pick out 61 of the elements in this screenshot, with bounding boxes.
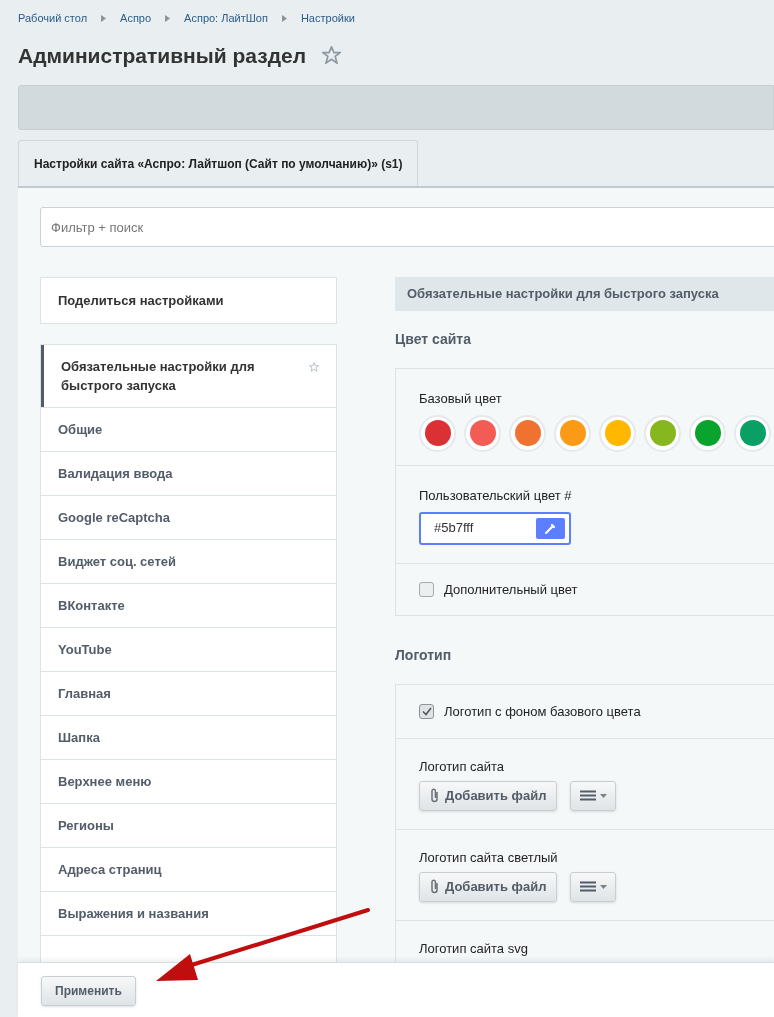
color-input-field[interactable]: #5b7fff (419, 511, 571, 545)
sidebar-item[interactable]: Регионы (41, 803, 336, 848)
sidebar-item[interactable]: YouTube (41, 627, 336, 672)
field-label: Базовый цвет (419, 390, 503, 408)
add-file-button[interactable]: Добавить файл (419, 780, 558, 811)
sidebar-item[interactable]: Верхнее меню (41, 759, 336, 804)
color-swatch[interactable] (554, 414, 591, 452)
color-swatch[interactable] (734, 414, 771, 452)
pipette-icon (545, 522, 556, 534)
field-label: Логотип сайта svg (419, 940, 529, 958)
paperclip-icon (430, 788, 439, 803)
checkbox[interactable] (419, 704, 434, 719)
page-title: Административный раздел (18, 42, 307, 69)
sidebar-item[interactable]: Валидация ввода (41, 451, 336, 496)
chevron-icon (281, 14, 287, 22)
color-swatch[interactable] (599, 414, 636, 452)
color-swatch[interactable] (644, 414, 681, 452)
menu-dropdown-button[interactable] (570, 871, 617, 902)
color-swatch[interactable] (419, 414, 456, 452)
breadcrumb-link[interactable]: Настройки (300, 10, 355, 27)
menu-icon (579, 790, 596, 801)
apply-button[interactable]: Применить (41, 976, 136, 1006)
caret-icon (599, 793, 607, 798)
breadcrumb-link[interactable]: Аспро: ЛайтШоп (184, 10, 268, 27)
color-swatch[interactable] (689, 414, 726, 452)
field-label: Логотип сайта светлый (419, 849, 559, 867)
field-label: Логотип сайта (419, 758, 506, 776)
tab[interactable]: Настройки сайта «Аспро: Лайтшоп (Сайт по умолчанию)» (s1) (18, 140, 419, 186)
section-header: Обязательные настройки для быстрого запуска (395, 277, 774, 311)
checkbox-label: Дополнительный цвет (444, 580, 578, 599)
add-file-button[interactable]: Добавить файл (419, 871, 558, 902)
checkmark-icon (421, 707, 432, 716)
paperclip-icon (430, 879, 439, 894)
sidebar-item[interactable]: Главная (41, 671, 336, 716)
group-title: Логотип (395, 646, 453, 665)
color-swatch[interactable] (464, 414, 501, 452)
eyedropper-button[interactable] (536, 517, 565, 539)
color-swatch[interactable] (509, 414, 546, 452)
sidebar-item[interactable]: ВКонтакте (41, 583, 336, 628)
menu-dropdown-button[interactable] (570, 780, 617, 811)
sidebar-item[interactable]: Шапка (41, 715, 336, 760)
sidebar-item[interactable]: Адреса страниц (41, 847, 336, 892)
star-icon[interactable] (309, 362, 319, 372)
group-title: Цвет сайта (395, 330, 472, 349)
breadcrumb-link[interactable]: Рабочий стол (18, 10, 88, 27)
sidebar-item[interactable]: Google reCaptcha (41, 495, 336, 540)
menu-icon (579, 881, 596, 892)
chevron-icon (101, 14, 107, 22)
share-settings-button[interactable]: Поделиться настройками (40, 277, 337, 324)
checkbox-label: Логотип с фоном базового цвета (444, 702, 641, 721)
sidebar-item[interactable]: Обязательные настройки для быстрого запуска (41, 345, 336, 408)
breadcrumb-link[interactable]: Аспро (120, 10, 152, 27)
star-icon[interactable] (322, 46, 342, 65)
filter-search-field[interactable]: Фильтр + поиск (40, 207, 774, 247)
caret-icon (599, 884, 607, 889)
sidebar-item[interactable]: Виджет соц. сетей (41, 539, 336, 584)
checkbox[interactable] (419, 582, 434, 597)
sidebar-item[interactable]: Общие (41, 407, 336, 452)
sidebar-item[interactable]: Выражения и названия (41, 891, 336, 936)
chevron-icon (165, 14, 171, 22)
field-label: Пользовательский цвет # (419, 487, 573, 505)
